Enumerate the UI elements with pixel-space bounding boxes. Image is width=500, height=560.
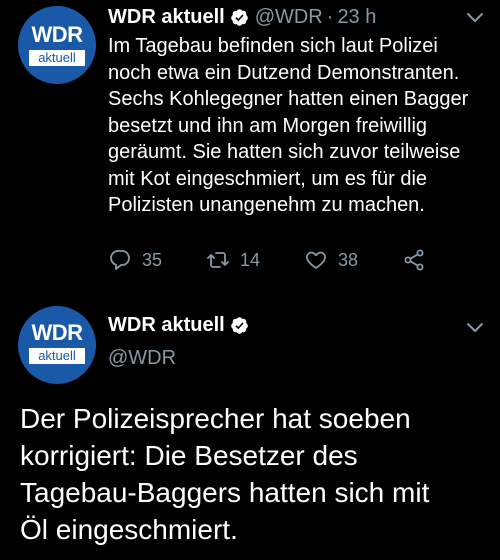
reply-button[interactable]: 35 bbox=[108, 248, 162, 272]
reply-count: 35 bbox=[142, 249, 163, 270]
retweet-button[interactable]: 14 bbox=[206, 248, 260, 272]
avatar[interactable]: WDR aktuell bbox=[18, 6, 96, 84]
retweet-icon bbox=[207, 252, 229, 268]
tweet-header: WDR aktuell bbox=[108, 314, 249, 337]
chevron-down-icon[interactable] bbox=[466, 12, 484, 24]
avatar-logo-subtext: aktuell bbox=[29, 50, 85, 66]
share-button[interactable] bbox=[402, 248, 436, 272]
timestamp[interactable]: 23 h bbox=[337, 6, 376, 29]
avatar-logo-text: WDR bbox=[31, 320, 83, 345]
reply-icon bbox=[110, 250, 130, 270]
display-name[interactable]: WDR aktuell bbox=[108, 6, 225, 29]
display-name[interactable]: WDR aktuell bbox=[108, 314, 225, 337]
tweet-header: WDR aktuell @WDR · 23 h bbox=[108, 6, 376, 29]
verified-badge-icon bbox=[230, 9, 248, 26]
tweet-text: Im Tagebau befinden sich laut Polizei no… bbox=[108, 35, 469, 216]
share-icon bbox=[404, 249, 424, 271]
retweet-count: 14 bbox=[240, 249, 261, 270]
like-button[interactable]: 38 bbox=[304, 248, 358, 272]
avatar-logo-text: WDR bbox=[31, 22, 83, 47]
handle[interactable]: @WDR bbox=[255, 6, 323, 29]
avatar[interactable]: WDR aktuell bbox=[18, 306, 96, 384]
separator-dot: · bbox=[326, 6, 334, 28]
chevron-down-icon[interactable] bbox=[466, 322, 484, 334]
like-count: 38 bbox=[338, 249, 359, 270]
handle[interactable]: @WDR bbox=[108, 347, 176, 370]
verified-badge-icon bbox=[230, 317, 248, 334]
tweet-text: Der Polizeisprecher hat soeben korrigier… bbox=[20, 403, 430, 545]
like-icon bbox=[306, 251, 326, 269]
avatar-logo-subtext: aktuell bbox=[29, 348, 85, 364]
